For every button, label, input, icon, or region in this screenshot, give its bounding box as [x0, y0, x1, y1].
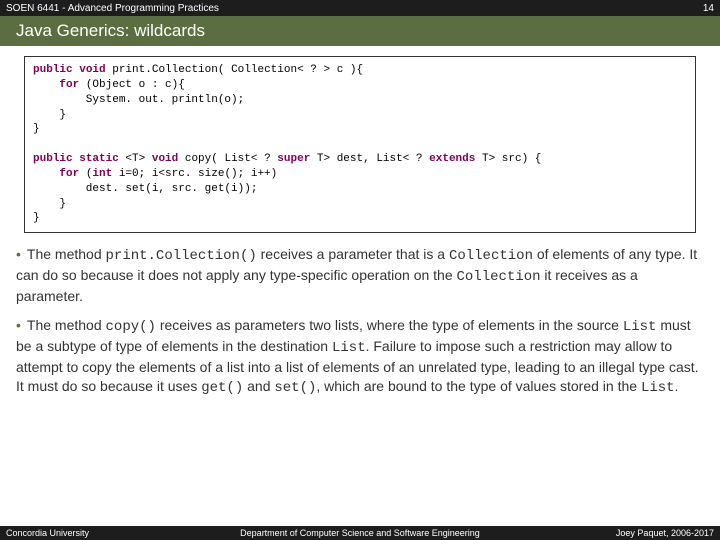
code-text: } [33, 198, 66, 210]
method-name: print.Collection( [112, 64, 224, 76]
code-text: } [33, 123, 40, 135]
inline-code: Collection [449, 248, 533, 264]
slide-footer: Concordia University Department of Compu… [0, 526, 720, 540]
bullet-item: • The method print.Collection() receives … [16, 245, 704, 306]
code-text: ( [79, 79, 92, 91]
type: T> [482, 153, 495, 165]
bullet-icon: • [16, 246, 21, 262]
keyword: public [33, 153, 73, 165]
slide-header: SOEN 6441 - Advanced Programming Practic… [0, 0, 720, 16]
slide-title-bar: Java Generics: wildcards [0, 16, 720, 46]
inline-code: set() [274, 380, 316, 396]
code-text: c ){ [330, 64, 363, 76]
keyword: public [33, 64, 73, 76]
footer-center: Department of Computer Science and Softw… [0, 528, 720, 538]
slide-content: • The method print.Collection() receives … [0, 245, 720, 397]
code-text [33, 138, 40, 150]
keyword: extends [423, 153, 482, 165]
keyword: void [79, 64, 105, 76]
bullet-item: • The method copy() receives as parameter… [16, 316, 704, 398]
inline-code: copy() [106, 319, 156, 335]
inline-code: List [641, 380, 675, 396]
code-text: ( [79, 168, 92, 180]
code-text: dest. set(i, src. get(i)); [33, 183, 257, 195]
bullet-icon: • [16, 317, 21, 333]
text: The method [27, 317, 106, 333]
code-text: src) { [495, 153, 541, 165]
keyword: static [79, 153, 119, 165]
code-text: } [33, 212, 40, 224]
type: List< ? [224, 153, 270, 165]
text: receives a parameter that is a [257, 246, 449, 262]
inline-code: print.Collection() [106, 248, 257, 264]
keyword: super [271, 153, 317, 165]
code-block: public void print.Collection( Collection… [24, 56, 696, 233]
keyword: for [59, 79, 79, 91]
text: and [243, 378, 274, 394]
inline-code: List [332, 340, 366, 356]
code-text: System. out. println(o); [33, 94, 244, 106]
keyword: void [152, 153, 178, 165]
code-text: dest, [330, 153, 376, 165]
code-text: i=0; i<src. size(); i++) [112, 168, 277, 180]
text: , which are bound to the type of values … [316, 378, 641, 394]
inline-code: Collection [457, 269, 541, 285]
slide-number: 14 [703, 3, 714, 14]
method-name: copy( [178, 153, 224, 165]
type: Object [92, 79, 132, 91]
code-text: } [33, 109, 66, 121]
keyword: for [59, 168, 79, 180]
text: receives as parameters two lists, where … [156, 317, 623, 333]
type: T> [317, 153, 330, 165]
text: The method [27, 246, 106, 262]
inline-code: List [623, 319, 657, 335]
course-code: SOEN 6441 - Advanced Programming Practic… [6, 3, 219, 14]
type: Collection< ? > [231, 64, 330, 76]
text: . [675, 378, 679, 394]
code-text: <T> [119, 153, 152, 165]
inline-code: get() [201, 380, 243, 396]
code-text: o : c){ [132, 79, 185, 91]
type: List< ? [376, 153, 422, 165]
keyword: int [92, 168, 112, 180]
slide-title: Java Generics: wildcards [16, 21, 205, 41]
